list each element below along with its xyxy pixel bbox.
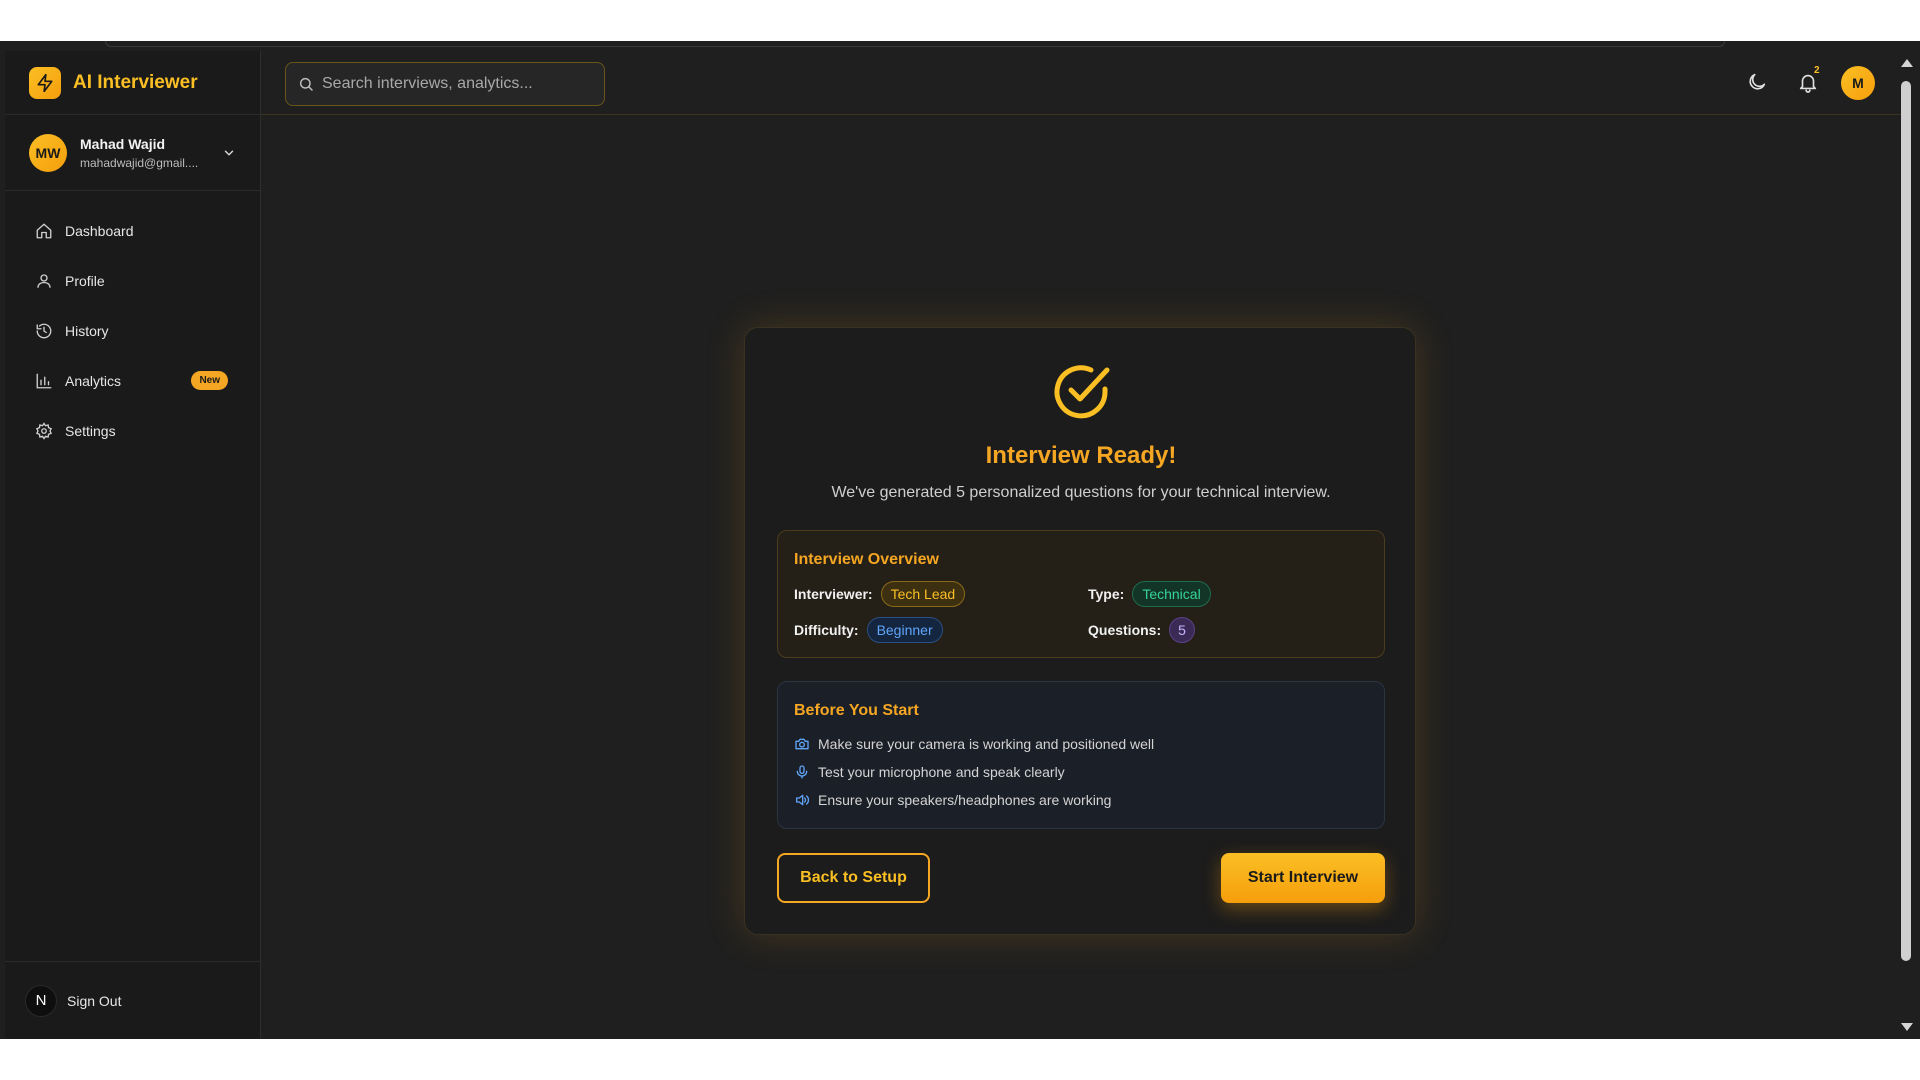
questions-field: Questions: 5 xyxy=(1088,617,1195,643)
sidebar-item-analytics[interactable]: Analytics New xyxy=(17,361,248,401)
sidebar: AI Interviewer MW Mahad Wajid mahadwajid… xyxy=(5,51,261,1039)
sidebar-item-label: Settings xyxy=(65,423,116,439)
user-menu[interactable]: MW Mahad Wajid mahadwajid@gmail.... xyxy=(5,115,260,191)
search-box[interactable] xyxy=(285,62,605,106)
scroll-up-arrow[interactable] xyxy=(1901,59,1913,67)
top-header: 2 M xyxy=(261,51,1901,115)
avatar: MW xyxy=(29,133,67,172)
tip-text: Test your microphone and speak clearly xyxy=(818,764,1065,780)
search-icon xyxy=(299,77,313,91)
card-title: Interview Ready! xyxy=(985,442,1177,469)
back-to-setup-button[interactable]: Back to Setup xyxy=(777,853,930,903)
questions-badge: 5 xyxy=(1169,617,1195,643)
check-circle-icon xyxy=(1054,365,1110,419)
before-title: Before You Start xyxy=(794,702,919,719)
scroll-thumb[interactable] xyxy=(1901,81,1911,961)
notification-count: 2 xyxy=(1814,65,1820,76)
scrollbar[interactable] xyxy=(1896,51,1916,1039)
microphone-icon xyxy=(796,765,808,779)
difficulty-field: Difficulty: Beginner xyxy=(794,617,943,643)
sidebar-item-label: Dashboard xyxy=(65,223,134,239)
difficulty-label: Difficulty: xyxy=(794,622,859,638)
bar-chart-icon xyxy=(36,373,52,389)
type-field: Type: Technical xyxy=(1088,581,1211,607)
type-label: Type: xyxy=(1088,586,1125,602)
chevron-down-icon[interactable] xyxy=(222,146,236,160)
sidebar-item-label: Analytics xyxy=(65,373,122,389)
header-avatar[interactable]: M xyxy=(1841,66,1875,100)
overview-title: Interview Overview xyxy=(794,551,939,568)
tip-text: Make sure your camera is working and pos… xyxy=(818,736,1155,752)
history-icon xyxy=(36,323,52,339)
before-you-start: Before You Start Make sure your camera i… xyxy=(777,681,1385,829)
type-badge: Technical xyxy=(1132,581,1211,607)
interview-overview: Interview Overview Interviewer: Tech Lea… xyxy=(777,530,1385,658)
sign-out-button[interactable]: N Sign Out xyxy=(5,961,261,1039)
start-interview-button[interactable]: Start Interview xyxy=(1221,853,1385,903)
app-viewport: AI Interviewer MW Mahad Wajid mahadwajid… xyxy=(0,41,1920,1039)
scroll-down-arrow[interactable] xyxy=(1901,1023,1913,1031)
user-email: mahadwajid@gmail.... xyxy=(80,155,199,170)
sidebar-item-profile[interactable]: Profile xyxy=(17,261,248,301)
sidebar-nav: Dashboard Profile History Analytics New … xyxy=(5,191,260,451)
n-logo-icon: N xyxy=(25,984,57,1017)
sidebar-item-history[interactable]: History xyxy=(17,311,248,351)
camera-icon xyxy=(795,738,809,750)
card-subtitle: We've generated 5 personalized questions… xyxy=(831,484,1331,501)
interviewer-field: Interviewer: Tech Lead xyxy=(794,581,966,607)
new-badge: New xyxy=(191,371,228,390)
sidebar-item-dashboard[interactable]: Dashboard xyxy=(17,211,248,251)
brand-title: AI Interviewer xyxy=(73,71,198,93)
tip-item: Ensure your speakers/headphones are work… xyxy=(794,792,1111,808)
home-icon xyxy=(36,223,52,239)
brand[interactable]: AI Interviewer xyxy=(5,51,260,115)
interviewer-badge: Tech Lead xyxy=(880,581,966,607)
tip-item: Test your microphone and speak clearly xyxy=(794,764,1065,780)
tip-item: Make sure your camera is working and pos… xyxy=(794,736,1154,752)
moon-icon[interactable] xyxy=(1746,71,1768,93)
interview-ready-card: Interview Ready! We've generated 5 perso… xyxy=(744,327,1416,935)
search-input[interactable] xyxy=(322,75,592,93)
sidebar-item-settings[interactable]: Settings xyxy=(17,411,248,451)
user-icon xyxy=(37,274,51,288)
sidebar-item-label: Profile xyxy=(65,273,105,289)
questions-label: Questions: xyxy=(1088,622,1162,638)
user-name: Mahad Wajid xyxy=(80,135,166,152)
sidebar-item-label: History xyxy=(65,323,109,339)
sign-out-label: Sign Out xyxy=(67,992,122,1009)
speaker-icon xyxy=(796,794,810,806)
interviewer-label: Interviewer: xyxy=(794,586,873,602)
difficulty-badge: Beginner xyxy=(866,617,943,643)
lightning-icon xyxy=(29,66,61,99)
top-hairline xyxy=(105,41,1725,47)
tip-text: Ensure your speakers/headphones are work… xyxy=(818,792,1112,808)
gear-icon xyxy=(35,422,53,440)
